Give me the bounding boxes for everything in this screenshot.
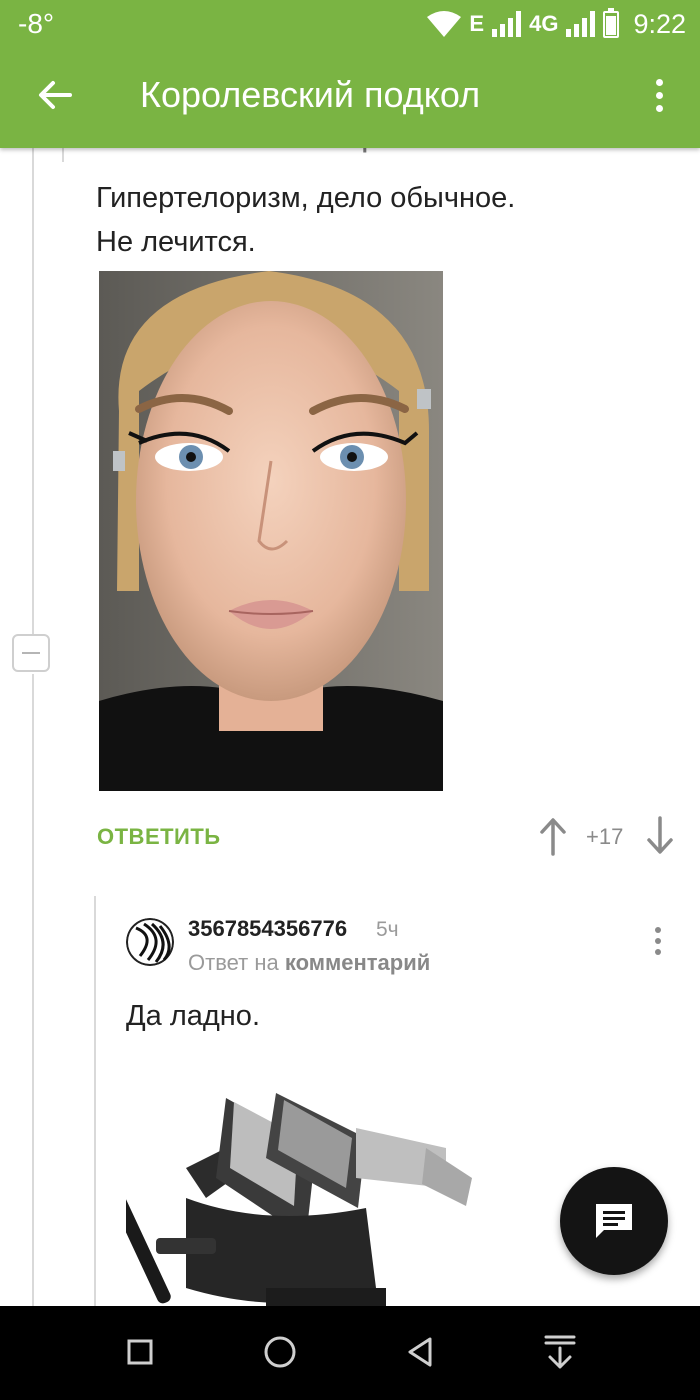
app-header: -8° E 4G 9:22 Королевский подкол xyxy=(0,0,700,148)
comment-time: 5ч xyxy=(376,918,399,941)
reply-to-label: Ответ на комментарий xyxy=(188,950,431,975)
collapse-thread-button[interactable] xyxy=(12,634,50,672)
battery-icon xyxy=(603,7,620,38)
add-comment-button[interactable] xyxy=(560,1167,668,1275)
downvote-button[interactable] xyxy=(645,816,675,856)
back-nav-button[interactable] xyxy=(398,1330,442,1374)
status-time: 9:22 xyxy=(633,8,686,39)
comment-more-button[interactable] xyxy=(646,924,670,958)
comment-text: Да ладно. xyxy=(126,1000,260,1032)
recents-button[interactable] xyxy=(118,1330,162,1374)
avatar[interactable] xyxy=(126,918,174,966)
notification-drawer-icon xyxy=(544,1335,576,1369)
home-button[interactable] xyxy=(258,1330,302,1374)
more-vert-icon xyxy=(655,78,663,86)
signal-icon xyxy=(492,11,522,37)
upvote-button[interactable] xyxy=(538,816,568,856)
comment-image[interactable] xyxy=(99,271,443,791)
thread-line xyxy=(62,148,64,162)
more-options-button[interactable] xyxy=(644,70,674,120)
comment-author[interactable]: 3567854356776 xyxy=(188,916,347,942)
comment-image[interactable] xyxy=(126,1088,486,1308)
rating-count: +17 xyxy=(586,824,624,849)
network-e-label: E xyxy=(469,11,485,36)
signal-icon xyxy=(566,11,596,37)
home-circle-icon xyxy=(264,1336,296,1368)
back-button[interactable] xyxy=(30,70,80,120)
reply-to-link[interactable]: комментарий xyxy=(285,950,430,975)
arrow-up-icon xyxy=(540,818,566,856)
thread-line xyxy=(32,148,34,634)
comment-icon xyxy=(596,1204,632,1238)
thread-line xyxy=(32,674,34,1306)
notification-drawer-button[interactable] xyxy=(538,1330,582,1374)
recents-square-icon xyxy=(127,1339,153,1365)
comment-text: Гипертелоризм, дело обычное. Не лечится. xyxy=(96,182,516,258)
arrow-left-icon xyxy=(39,81,72,109)
status-icons: E 4G 9:22 xyxy=(427,6,686,42)
more-vert-icon xyxy=(655,927,661,933)
reply-button[interactable]: ОТВЕТИТЬ xyxy=(97,824,221,850)
system-nav-bar xyxy=(0,1306,700,1400)
page-title: Королевский подкол xyxy=(140,74,481,115)
wifi-icon xyxy=(427,11,462,37)
arrow-down-icon xyxy=(647,816,673,854)
thread-line xyxy=(94,896,96,1306)
status-temperature: -8° xyxy=(18,8,55,39)
network-4g-label: 4G xyxy=(529,11,559,36)
back-triangle-icon xyxy=(408,1337,432,1367)
